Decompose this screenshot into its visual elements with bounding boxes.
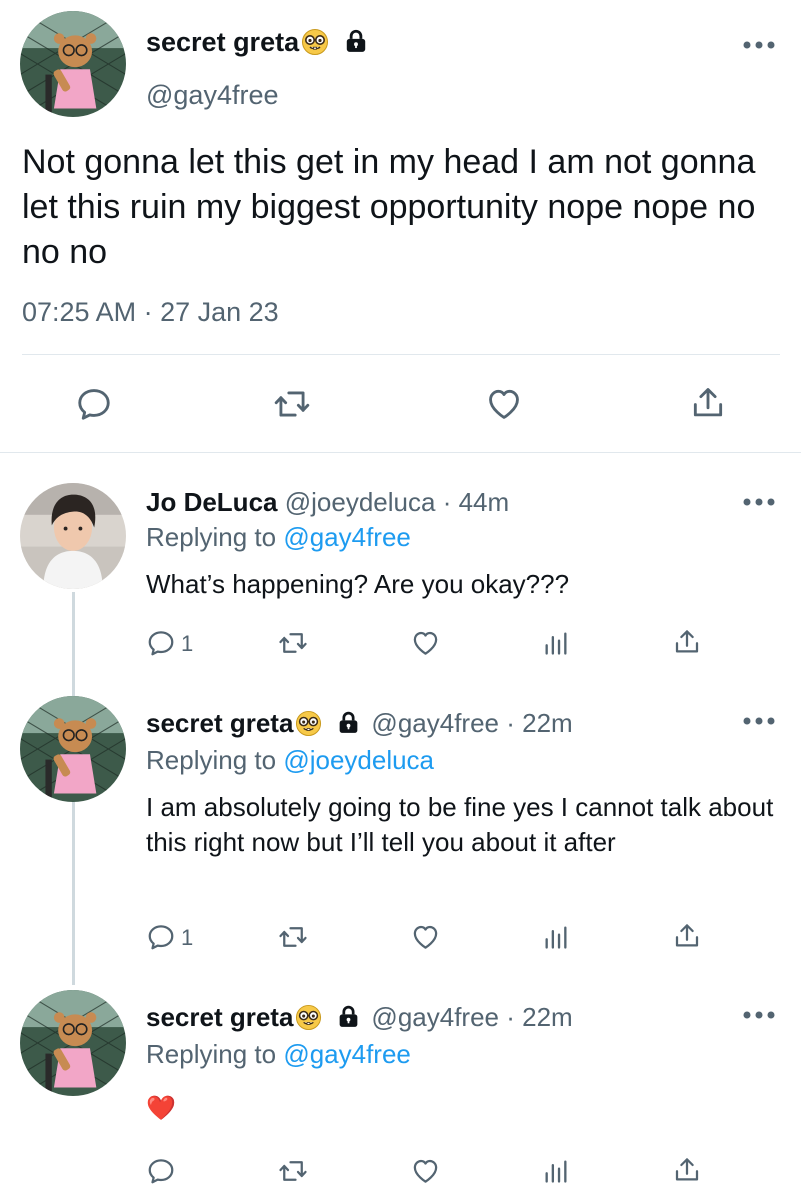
- retweet-icon[interactable]: [273, 385, 311, 423]
- tweet-timestamp[interactable]: 07:25 AM · 27 Jan 23: [22, 297, 279, 328]
- replying-to: Replying to @joeydeluca: [146, 745, 434, 776]
- reply-icon[interactable]: [75, 385, 113, 423]
- display-name[interactable]: secret greta: [146, 1002, 293, 1032]
- more-icon[interactable]: [742, 497, 776, 507]
- nerd-face-icon: [295, 710, 322, 737]
- avatar[interactable]: [20, 483, 126, 589]
- display-name: secret greta: [146, 27, 300, 57]
- heart-icon[interactable]: [410, 922, 441, 952]
- handle[interactable]: @gay4free: [371, 708, 499, 738]
- reply-header: Jo DeLuca @joeydeluca · 44m: [146, 487, 509, 518]
- retweet-icon[interactable]: [278, 628, 308, 658]
- reply-icon[interactable]: [146, 1156, 176, 1186]
- reply-icon[interactable]: [146, 922, 176, 952]
- views-icon[interactable]: [542, 922, 570, 952]
- tweet-text: Not gonna let this get in my head I am n…: [22, 143, 756, 271]
- reply-text: I am absolutely going to be fine yes I c…: [146, 792, 774, 857]
- reply-header: secret greta @gay4free · 22m: [146, 1002, 573, 1033]
- heart-emoji: ❤️: [146, 1095, 176, 1122]
- nerd-face-icon: [301, 28, 329, 56]
- more-icon[interactable]: [742, 1010, 776, 1020]
- reply-text: What’s happening? Are you okay???: [146, 569, 570, 599]
- replying-to-link[interactable]: @gay4free: [283, 1039, 411, 1069]
- handle[interactable]: @gay4free: [371, 1002, 499, 1032]
- reply-count: 1: [181, 925, 194, 950]
- time-ago: · 22m: [506, 1002, 573, 1032]
- avatar[interactable]: [20, 11, 126, 117]
- retweet-icon[interactable]: [278, 922, 308, 952]
- replying-to-link[interactable]: @gay4free: [283, 522, 411, 552]
- replying-to-label: Replying to: [146, 1039, 284, 1069]
- heart-icon[interactable]: [484, 385, 524, 423]
- share-icon[interactable]: [689, 383, 727, 423]
- share-icon[interactable]: [672, 1154, 702, 1186]
- replying-to: Replying to @gay4free: [146, 522, 411, 553]
- retweet-icon[interactable]: [278, 1156, 308, 1186]
- more-icon[interactable]: [742, 40, 776, 50]
- lock-icon: [336, 710, 361, 735]
- divider: [0, 452, 801, 453]
- lock-icon: [336, 1004, 361, 1029]
- avatar[interactable]: [20, 990, 126, 1096]
- reply-header: secret greta @gay4free · 22m: [146, 708, 573, 739]
- views-icon[interactable]: [542, 1156, 570, 1186]
- more-icon[interactable]: [742, 716, 776, 726]
- time-ago: · 44m: [442, 487, 510, 517]
- share-icon[interactable]: [672, 626, 702, 658]
- views-icon[interactable]: [542, 628, 570, 658]
- nerd-face-icon: [295, 1004, 322, 1031]
- tweet-author-name[interactable]: secret greta: [146, 27, 369, 58]
- share-icon[interactable]: [672, 920, 702, 952]
- heart-icon[interactable]: [410, 1156, 441, 1186]
- lock-icon: [343, 28, 369, 54]
- display-name[interactable]: secret greta: [146, 708, 293, 738]
- time-ago: · 22m: [506, 708, 573, 738]
- replying-to: Replying to @gay4free: [146, 1039, 411, 1070]
- reply-icon[interactable]: [146, 628, 176, 658]
- replying-to-link[interactable]: @joeydeluca: [283, 745, 434, 775]
- handle[interactable]: @joeydeluca: [285, 487, 436, 517]
- reply-count: 1: [181, 631, 194, 656]
- avatar[interactable]: [20, 696, 126, 802]
- replying-to-label: Replying to: [146, 745, 284, 775]
- replying-to-label: Replying to: [146, 522, 284, 552]
- divider: [22, 354, 780, 355]
- tweet-author-handle[interactable]: @gay4free: [146, 80, 278, 111]
- display-name[interactable]: Jo DeLuca: [146, 487, 278, 517]
- reply-text: ❤️: [146, 1094, 776, 1124]
- heart-icon[interactable]: [410, 628, 441, 658]
